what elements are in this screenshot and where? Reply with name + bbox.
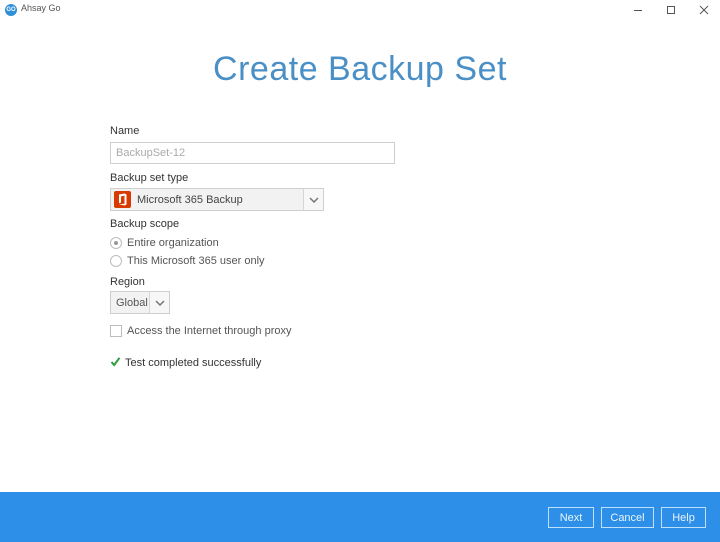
name-label: Name [110, 125, 140, 137]
cancel-button[interactable]: Cancel [601, 507, 654, 528]
maximize-button[interactable] [653, 0, 689, 20]
close-icon [699, 5, 709, 15]
minimize-icon [634, 10, 642, 11]
backup-set-type-select[interactable]: Microsoft 365 Backup [110, 188, 324, 211]
minimize-button[interactable] [620, 0, 656, 20]
status-text: Test completed successfully [125, 357, 262, 369]
chevron-down-icon [303, 189, 323, 210]
help-button[interactable]: Help [661, 507, 706, 528]
proxy-option[interactable]: Access the Internet through proxy [110, 325, 291, 337]
region-label: Region [110, 276, 145, 288]
proxy-checkbox[interactable] [110, 325, 122, 337]
radio-button[interactable] [110, 255, 122, 267]
region-select[interactable]: Global [110, 291, 170, 314]
page-title: Create Backup Set [213, 50, 507, 88]
title-bar: GO Ahsay Go [0, 0, 720, 20]
radio-label: Entire organization [127, 237, 219, 249]
close-button[interactable] [686, 0, 720, 20]
chevron-down-icon [149, 292, 169, 313]
backup-scope-label: Backup scope [110, 218, 180, 230]
radio-label: This Microsoft 365 user only [127, 255, 265, 267]
microsoft-office-icon [114, 191, 131, 208]
next-button[interactable]: Next [548, 507, 594, 528]
scope-option-single-user[interactable]: This Microsoft 365 user only [110, 254, 265, 268]
radio-button-checked[interactable] [110, 237, 122, 249]
backup-set-type-label: Backup set type [110, 172, 189, 184]
maximize-icon [667, 6, 675, 14]
test-status: Test completed successfully [110, 354, 261, 372]
app-logo-icon: GO [5, 4, 17, 16]
scope-option-entire-organization[interactable]: Entire organization [110, 236, 219, 250]
checkmark-icon [110, 354, 121, 372]
region-value: Global [116, 296, 148, 309]
proxy-label: Access the Internet through proxy [127, 325, 292, 337]
name-input[interactable] [110, 142, 395, 164]
app-title: Ahsay Go [21, 3, 61, 13]
backup-set-type-value: Microsoft 365 Backup [137, 193, 243, 206]
